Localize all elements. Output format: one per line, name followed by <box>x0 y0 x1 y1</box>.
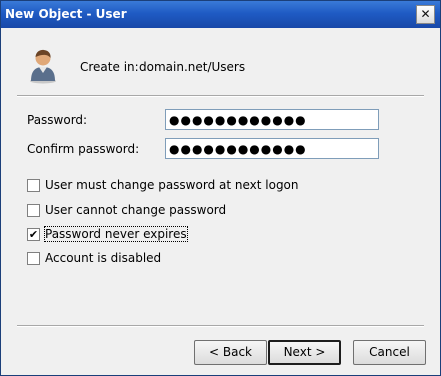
close-icon: ✕ <box>420 7 431 21</box>
account-disabled-label: Account is disabled <box>45 251 162 265</box>
close-button[interactable]: ✕ <box>416 5 435 24</box>
cannot-change-password-label: User cannot change password <box>45 203 227 217</box>
window-title: New Object - User <box>5 7 127 21</box>
account-disabled-checkbox[interactable] <box>27 252 40 265</box>
confirm-password-label: Confirm password: <box>27 142 140 156</box>
confirm-password-field[interactable] <box>165 138 379 159</box>
password-never-expires-checkbox[interactable]: ✔ <box>27 228 40 241</box>
must-change-password-checkbox[interactable] <box>27 179 40 192</box>
password-label: Password: <box>27 113 88 127</box>
footer-separator <box>17 325 424 327</box>
title-bar[interactable]: New Object - User ✕ <box>1 1 440 28</box>
cancel-button[interactable]: Cancel <box>353 340 426 365</box>
new-user-dialog: New Object - User ✕ Create in: domain.ne… <box>0 0 441 376</box>
create-in-path: domain.net/Users <box>139 60 246 74</box>
next-button[interactable]: Next > <box>268 340 341 365</box>
cannot-change-password-checkbox[interactable] <box>27 204 40 217</box>
password-never-expires-label: Password never expires <box>44 226 188 242</box>
user-icon <box>30 49 56 84</box>
create-in-label: Create in: <box>80 60 139 74</box>
must-change-password-label: User must change password at next logon <box>45 178 299 192</box>
header-separator <box>17 95 424 97</box>
password-field[interactable] <box>165 109 379 130</box>
checkmark-icon: ✔ <box>28 228 39 241</box>
back-button[interactable]: < Back <box>194 340 267 365</box>
